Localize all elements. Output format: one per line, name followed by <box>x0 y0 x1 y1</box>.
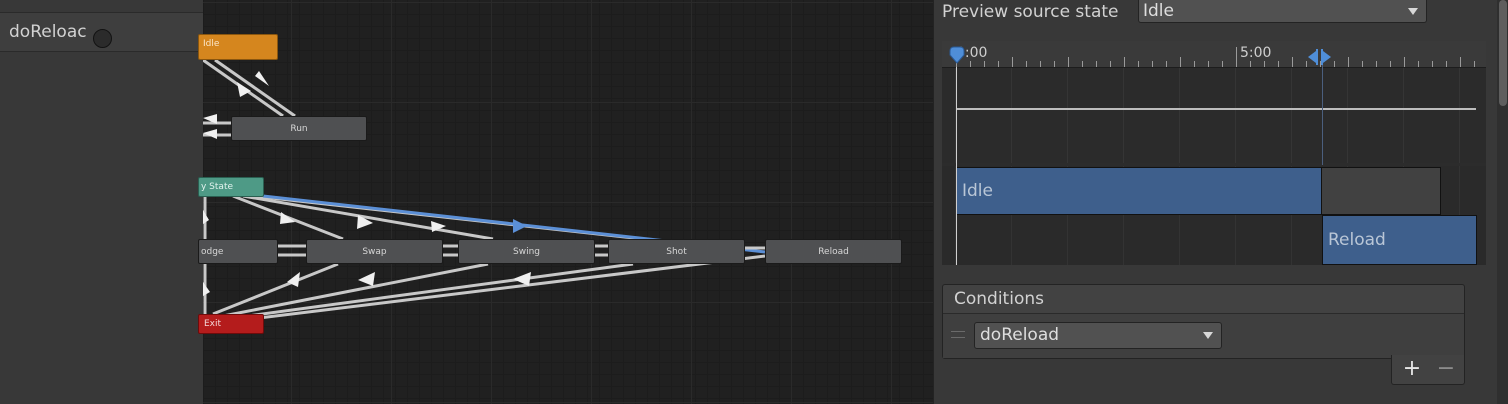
destination-state-label: Reload <box>1328 230 1386 250</box>
parameter-divider <box>0 51 203 52</box>
state-tracks: Idle Reload <box>942 166 1486 265</box>
arrowhead <box>513 272 531 286</box>
transition-run-idle[interactable] <box>214 58 296 118</box>
playhead-marker-icon[interactable] <box>949 46 965 64</box>
state-node-label: Reload <box>818 247 849 257</box>
state-node-label: Exit <box>204 319 222 329</box>
state-node-label: y State <box>201 182 234 192</box>
transition-reload-exit[interactable] <box>242 254 766 322</box>
parameter-row[interactable]: doReloac <box>0 13 203 51</box>
state-machine-graph[interactable]: Idle Run y State odge Swap Swing Shot Re… <box>198 0 933 404</box>
state-node-label: Swing <box>513 247 540 257</box>
condition-list-footer: + − <box>1391 355 1465 385</box>
state-node-label: Shot <box>666 247 687 257</box>
conditions-title: Conditions <box>954 289 1044 309</box>
source-state-track[interactable]: Idle <box>956 167 1322 215</box>
state-node-dodge[interactable]: odge <box>198 239 278 264</box>
source-state-track-tail[interactable] <box>1322 167 1441 215</box>
add-condition-button[interactable]: + <box>1398 357 1426 383</box>
state-node-swing[interactable]: Swing <box>458 239 595 264</box>
scrollbar-thumb[interactable] <box>1499 0 1507 106</box>
remove-condition-button[interactable]: − <box>1432 357 1460 383</box>
condition-parameter-dropdown[interactable]: doReload <box>974 322 1222 349</box>
weight-curve <box>956 108 1476 110</box>
parameters-panel: doReloac <box>0 0 204 404</box>
state-node-label: Swap <box>362 247 387 257</box>
weight-curve-area <box>942 68 1486 163</box>
trigger-radio-button[interactable] <box>93 29 112 48</box>
chevron-down-icon <box>1203 332 1213 339</box>
conditions-panel: Conditions doReload <box>942 284 1465 359</box>
transition-inspector: Preview source state Idle 0:00 5:00 Idle… <box>933 0 1508 404</box>
preview-source-label: Preview source state <box>942 2 1119 22</box>
arrowhead <box>255 71 269 86</box>
condition-row[interactable]: doReload <box>943 314 1464 358</box>
preview-source-value: Idle <box>1143 1 1174 21</box>
state-node-entry[interactable]: y State <box>198 177 264 197</box>
state-node-label: odge <box>201 247 224 257</box>
state-node-reload[interactable]: Reload <box>765 239 902 264</box>
source-state-label: Idle <box>962 181 993 201</box>
state-node-run[interactable]: Run <box>231 116 367 141</box>
transition-timeline[interactable]: 0:00 5:00 Idle Reload <box>942 41 1486 265</box>
state-node-label: Idle <box>203 39 220 49</box>
chevron-down-icon <box>1408 8 1418 15</box>
arrowhead <box>358 272 375 286</box>
state-node-label: Run <box>290 124 308 134</box>
parameter-name[interactable]: doReloac <box>9 22 89 42</box>
transition-arrows <box>203 58 766 322</box>
preview-source-dropdown[interactable]: Idle <box>1138 0 1427 23</box>
arrowhead-selected <box>513 219 527 233</box>
conditions-header: Conditions <box>943 285 1464 314</box>
destination-state-track[interactable]: Reload <box>1322 215 1477 265</box>
playhead-line <box>956 67 957 265</box>
transition-shot-exit[interactable] <box>232 262 634 320</box>
timeline-handles <box>949 46 1331 65</box>
drag-handle-icon[interactable] <box>951 331 965 338</box>
state-node-shot[interactable]: Shot <box>608 239 745 264</box>
state-node-idle[interactable]: Idle <box>198 34 278 60</box>
transition-marker-line <box>1322 55 1323 165</box>
state-node-swap[interactable]: Swap <box>306 239 443 264</box>
transition-handle-icon[interactable] <box>1308 49 1331 65</box>
condition-parameter-value: doReload <box>980 325 1060 345</box>
animator-window: doReloac Idle Run y State odge Swap Swin… <box>0 0 1508 404</box>
state-node-exit[interactable]: Exit <box>198 314 264 334</box>
inspector-scrollbar[interactable] <box>1497 0 1508 404</box>
